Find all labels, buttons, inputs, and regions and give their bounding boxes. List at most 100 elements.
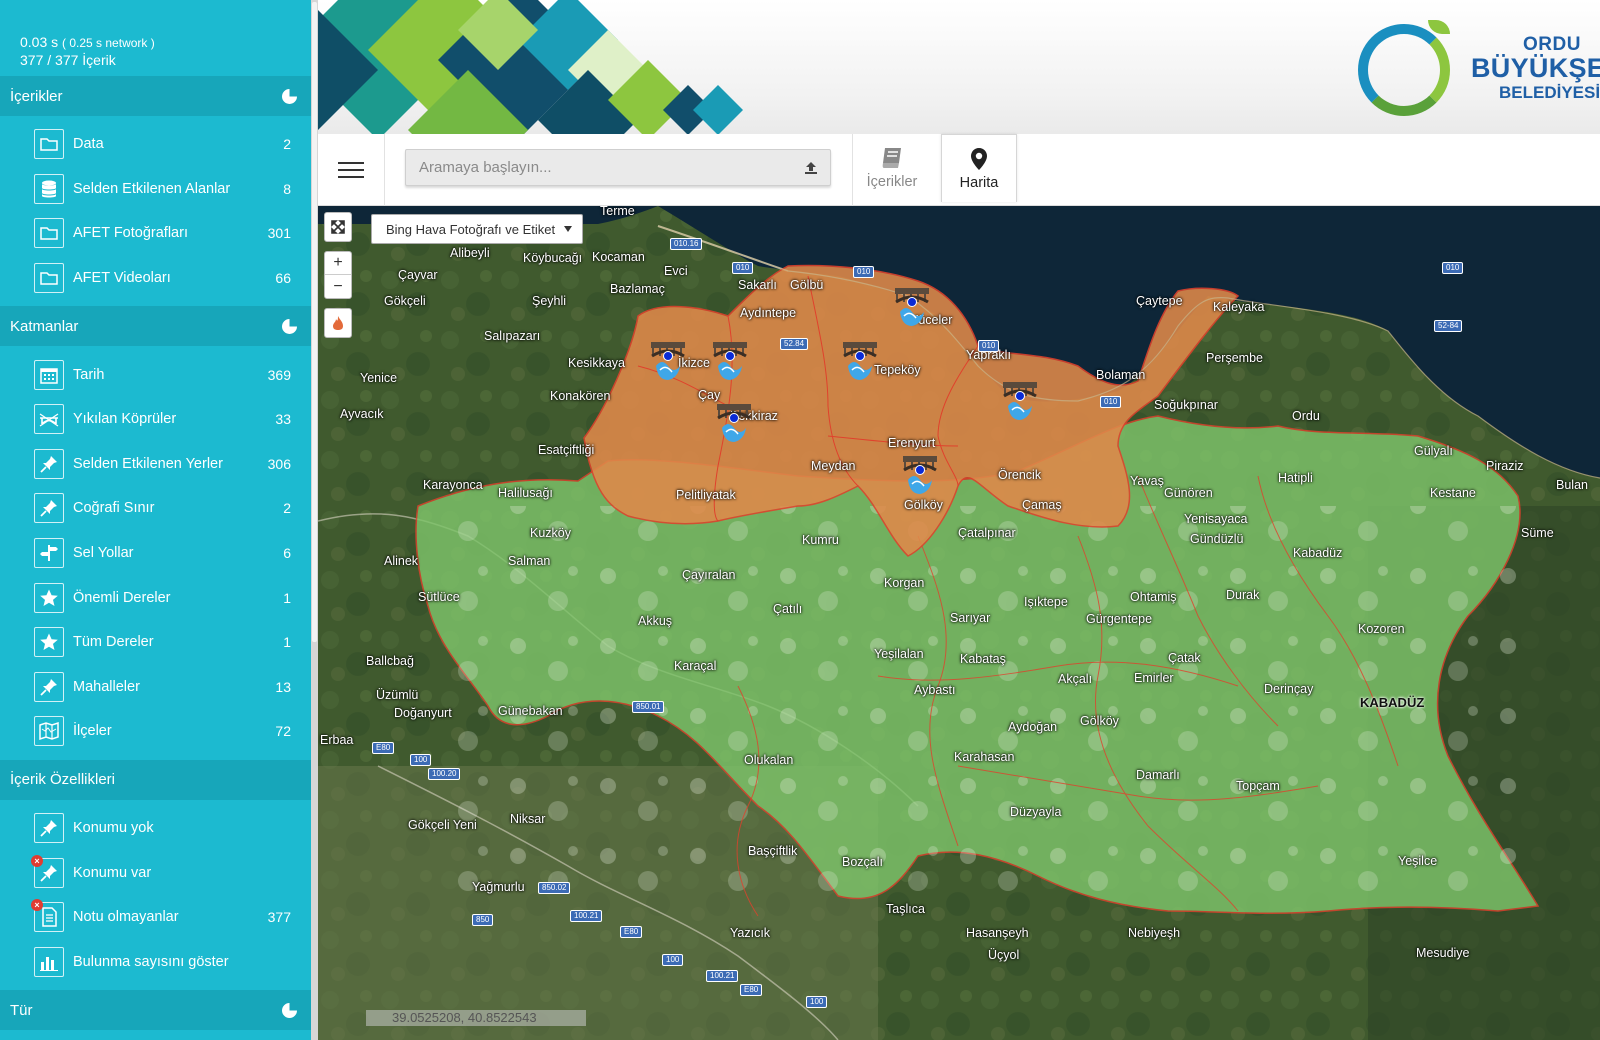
sidebar-item-katmanlar[interactable]: Tüm Dereler 1 [0,620,311,665]
bridge-flood-marker-icon[interactable] [840,336,880,386]
place-label: Ordu [1292,409,1320,423]
sidebar-item-ozellikler[interactable]: Konumu yok [0,806,311,851]
remove-filter-icon[interactable]: × [31,854,43,867]
section-tur[interactable]: Tür [0,990,311,1031]
zoom-control: + − [324,251,352,299]
road-number-badge: E80 [620,926,643,938]
sidebar-item-icerikler[interactable]: AFET Videoları 66 [0,256,311,301]
sidebar-item-label: Bulunma sayısını göster [73,953,229,970]
sidebar-item-katmanlar[interactable]: Önemli Dereler 1 [0,575,311,620]
tab-label: İçerikler [866,173,918,190]
place-label: Karayonca [423,478,483,492]
sidebar-item-count: 13 [275,678,291,695]
road-number-badge: 010 [732,262,754,274]
place-label: Olukalan [744,753,794,767]
place-label: Ayvacık [340,407,384,421]
place-label: Gökçeli [384,294,426,308]
pie-chart-icon[interactable] [282,1002,297,1018]
place-label: Süme [1521,526,1554,540]
place-label: Kocaman [592,250,645,264]
place-label: Tepeköy [874,363,921,377]
sidebar-item-katmanlar[interactable]: Coğrafi Sınır 2 [0,486,311,531]
scrollbar-thumb[interactable] [312,2,317,642]
place-label: Terme [600,206,635,218]
place-label: Kabataş [960,652,1006,666]
place-label: Bozçalı [842,855,883,869]
sidebar-item-katmanlar[interactable]: Tarih 369 [0,352,311,397]
sidebar-item-ozellikler[interactable]: × Konumu var [0,850,311,895]
tab-harita[interactable]: Harita [941,134,1017,202]
folder-icon [34,263,64,294]
document-icon: × [31,899,64,933]
place-label: Örencik [998,468,1042,482]
road-number-badge: 100.21 [706,970,739,982]
place-label: Kabadüz [1293,546,1343,560]
sidebar-item-icerikler[interactable]: Selden Etkilenen Alanlar 8 [0,167,311,212]
road-number-badge: 52.84 [780,338,809,350]
search-input[interactable] [406,150,830,185]
place-label: Yeşilalan [874,647,924,661]
pie-chart-icon[interactable] [282,318,297,334]
map-pin-icon [971,148,987,170]
sidebar-item-katmanlar[interactable]: Yıkılan Köprüler 33 [0,397,311,442]
section-title: İçerikler [10,87,63,105]
sidebar-item-ozellikler[interactable]: Bulunma sayısını göster [0,940,311,985]
place-label: Esatçiftliği [538,443,595,457]
road-number-badge: 850.01 [632,701,665,713]
icerikler-list: Data 2 Selden Etkilenen Alanlar 8 AFET Fotoğ… [0,116,311,306]
sidebar-item-katmanlar[interactable]: Selden Etkilenen Yerler 306 [0,442,311,487]
base-layer-select[interactable]: Bing Hava Fotoğrafı ve Etiket [371,214,583,244]
section-ozellikler[interactable]: İçerik Özellikleri [0,759,311,800]
road-number-badge: E80 [372,742,395,754]
sidebar-item-label: Selden Etkilenen Alanlar [73,180,231,197]
place-label: Çayıralan [682,568,736,582]
road-number-badge: 100 [806,996,828,1008]
decorative-tiles [318,0,743,134]
section-icerikler[interactable]: İçerikler [0,76,311,116]
sidebar-item-icerikler[interactable]: Data 2 [0,122,311,167]
bridge-flood-marker-icon[interactable] [714,398,754,448]
place-label: Sütlüce [418,590,460,604]
heatmap-button[interactable] [324,308,352,338]
place-label: Taşlıca [886,902,925,916]
road-number-badge: 100.21 [570,910,603,922]
bridge-flood-marker-icon[interactable] [648,336,688,386]
place-label: Hasanşeyh [966,926,1029,940]
sidebar-item-icerikler[interactable]: AFET Fotoğrafları 301 [0,211,311,256]
bridge-flood-marker-icon[interactable] [892,282,932,332]
place-label: Çatak [1168,651,1201,665]
place-label: Emirler [1134,671,1174,685]
place-label: Üçyol [988,948,1020,962]
sidebar-scrollbar[interactable] [311,0,318,1040]
sidebar-item-ozellikler[interactable]: × Notu olmayanlar 377 [0,895,311,940]
hamburger-menu-button[interactable] [318,134,385,206]
coordinate-readout: 39.0525208, 40.8522543 [366,1010,586,1026]
bridge-flood-marker-icon[interactable] [710,336,750,386]
folder-icon [34,218,64,249]
zoom-out-button[interactable]: − [325,275,351,298]
sidebar-item-katmanlar[interactable]: Sel Yollar 6 [0,531,311,576]
upload-icon[interactable] [804,161,818,175]
place-label: Erbaa [320,733,354,747]
place-label: Karahasan [954,750,1015,764]
place-label: Hatipli [1278,471,1313,485]
section-katmanlar[interactable]: Katmanlar [0,306,311,347]
bar-chart-icon [34,946,64,977]
bridge-flood-marker-icon[interactable] [1000,376,1040,426]
query-time: 0.03 s [20,34,59,50]
signpost-icon [34,538,64,569]
zoom-in-button[interactable]: + [325,252,351,276]
bridge-flood-marker-icon[interactable] [900,450,940,500]
place-label: Gökçeli Yeni [408,818,477,832]
sidebar-item-katmanlar[interactable]: İlçeler 72 [0,709,311,754]
map-view[interactable]: + − Bing Hava Fotoğrafı ve Etiket 39.052… [318,206,1600,1040]
chevron-down-icon [564,226,572,232]
place-label: Gölköy [1080,714,1119,728]
road-number-badge: 010 [853,266,875,278]
pie-chart-icon[interactable] [282,88,297,104]
sidebar-item-count: 6 [283,545,291,562]
pin-icon [34,493,64,524]
tab-icerikler[interactable]: İçerikler [854,134,930,200]
fullscreen-button[interactable] [324,212,352,242]
sidebar-item-katmanlar[interactable]: Mahalleler 13 [0,665,311,710]
